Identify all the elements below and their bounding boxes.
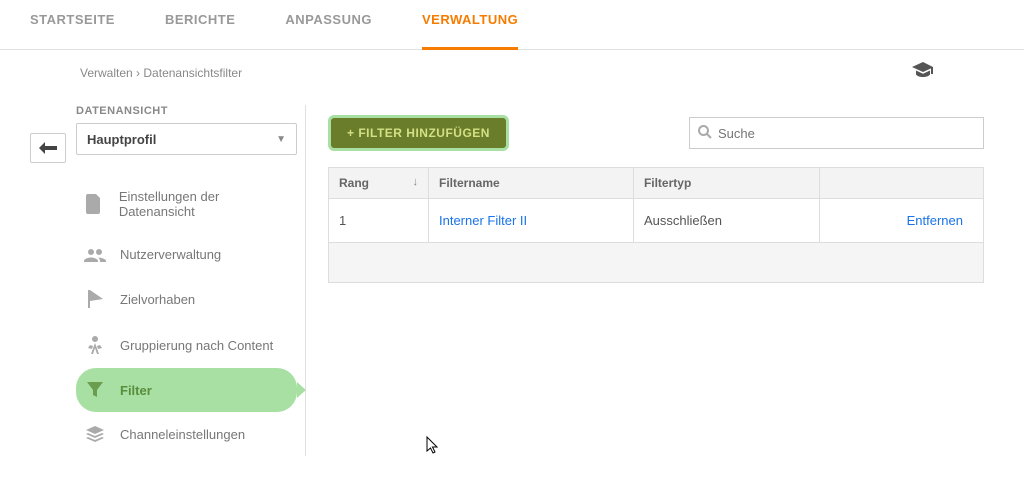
col-filtertype[interactable]: Filtertyp [633,168,819,199]
sidebar-item-label: Channeleinstellungen [120,427,245,442]
graduation-cap-icon[interactable] [912,62,934,83]
table-row: 1 Interner Filter II Ausschließen Entfer… [329,199,984,243]
filter-icon [84,382,106,398]
table-header-row: Rang ↓ Filtername Filtertyp [329,168,984,199]
search-icon [698,125,712,142]
back-column [30,105,76,456]
view-selector-value: Hauptprofil [87,132,156,147]
search-input[interactable] [718,126,975,141]
cell-filtertype: Ausschließen [633,199,819,243]
col-rank-label: Rang [339,176,369,190]
tab-anpassung[interactable]: ANPASSUNG [285,12,372,37]
add-filter-button[interactable]: + FILTER HINZUFÜGEN [328,115,509,151]
col-actions [819,168,983,199]
tab-berichte[interactable]: BERICHTE [165,12,235,37]
sidebar: DATENANSICHT Hauptprofil ▼ Einstellungen… [76,105,306,456]
cell-rank: 1 [329,199,429,243]
chevron-down-icon: ▼ [276,134,286,145]
stack-icon [84,426,106,442]
breadcrumb-current: Datenansichtsfilter [143,66,242,80]
col-rank[interactable]: Rang ↓ [329,168,429,199]
tab-verwaltung[interactable]: VERWALTUNG [422,12,518,50]
sidebar-item-user-management[interactable]: Nutzerverwaltung [76,233,297,276]
sort-arrow-icon: ↓ [413,176,419,188]
document-icon [84,194,105,214]
breadcrumb: Verwalten › Datenansichtsfilter [80,66,242,80]
main-area: DATENANSICHT Hauptprofil ▼ Einstellungen… [0,95,1024,456]
sidebar-item-label: Nutzerverwaltung [120,247,221,262]
sidebar-list: Einstellungen der Datenansicht Nutzerver… [76,175,297,456]
users-icon [84,248,106,262]
sidebar-item-goals[interactable]: Zielvorhaben [76,276,297,322]
cell-filtername[interactable]: Interner Filter II [429,199,634,243]
content-area: + FILTER HINZUFÜGEN Rang ↓ Filtername Fil… [306,105,994,456]
sidebar-item-label: Filter [120,383,152,398]
breadcrumb-sep: › [136,66,140,80]
table-footer [329,243,984,283]
breadcrumb-row: Verwalten › Datenansichtsfilter [0,50,1024,95]
person-icon [84,336,106,354]
sidebar-item-channel-settings[interactable]: Channeleinstellungen [76,412,297,456]
tab-startseite[interactable]: STARTSEITE [30,12,115,37]
search-box[interactable] [689,117,984,149]
breadcrumb-parent[interactable]: Verwalten [80,66,133,80]
sidebar-item-label: Zielvorhaben [120,292,195,307]
flag-icon [84,290,106,308]
top-nav: STARTSEITE BERICHTE ANPASSUNG VERWALTUNG [0,0,1024,50]
sidebar-item-filter[interactable]: Filter [76,368,297,412]
back-button[interactable] [30,133,66,163]
col-filtername[interactable]: Filtername [429,168,634,199]
sidebar-item-label: Gruppierung nach Content [120,338,273,353]
sidebar-item-content-grouping[interactable]: Gruppierung nach Content [76,322,297,368]
view-selector[interactable]: Hauptprofil ▼ [76,123,297,155]
content-toolbar: + FILTER HINZUFÜGEN [328,115,984,151]
sidebar-section-label: DATENANSICHT [76,105,297,117]
sidebar-item-label: Einstellungen der Datenansicht [119,189,289,219]
filters-table: Rang ↓ Filtername Filtertyp 1 Interner Fi… [328,167,984,283]
sidebar-item-view-settings[interactable]: Einstellungen der Datenansicht [76,175,297,233]
remove-link[interactable]: Entfernen [819,199,983,243]
